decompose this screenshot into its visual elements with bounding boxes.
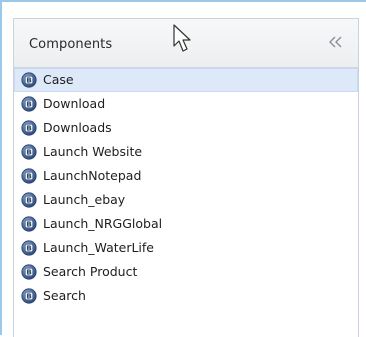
svg-text:B: B bbox=[26, 149, 31, 157]
business-component-icon: B bbox=[21, 288, 37, 304]
double-chevron-left-icon bbox=[329, 36, 342, 48]
list-item-label: Case bbox=[43, 72, 74, 87]
list-item-label: Search bbox=[43, 288, 86, 303]
business-component-icon: B bbox=[21, 192, 37, 208]
panel-title: Components bbox=[29, 37, 113, 52]
business-component-icon: B bbox=[21, 120, 37, 136]
components-list: B Case B Download B Downloads B Launch W… bbox=[14, 68, 358, 308]
business-component-icon: B bbox=[21, 216, 37, 232]
list-item-2[interactable]: B Downloads bbox=[14, 116, 358, 140]
svg-text:B: B bbox=[26, 293, 31, 301]
business-component-icon: B bbox=[21, 240, 37, 256]
list-item-0[interactable]: B Case bbox=[14, 68, 358, 92]
list-item-label: Download bbox=[43, 96, 106, 111]
business-component-icon: B bbox=[21, 96, 37, 112]
svg-text:B: B bbox=[26, 125, 31, 133]
svg-text:B: B bbox=[26, 77, 31, 85]
svg-text:B: B bbox=[26, 221, 31, 229]
svg-text:B: B bbox=[26, 245, 31, 253]
list-item-9[interactable]: B Search bbox=[14, 284, 358, 308]
list-item-label: LaunchNotepad bbox=[43, 168, 142, 183]
list-item-8[interactable]: B Search Product bbox=[14, 260, 358, 284]
list-item-label: Launch Website bbox=[43, 144, 143, 159]
components-panel: Components B Case B Download B Downloads… bbox=[13, 18, 359, 337]
list-item-label: Search Product bbox=[43, 264, 138, 279]
collapse-panel-button[interactable] bbox=[326, 32, 346, 52]
list-item-7[interactable]: B Launch_WaterLife bbox=[14, 236, 358, 260]
business-component-icon: B bbox=[21, 168, 37, 184]
business-component-icon: B bbox=[21, 72, 37, 88]
list-item-1[interactable]: B Download bbox=[14, 92, 358, 116]
list-item-label: Launch_NRGGlobal bbox=[43, 216, 163, 231]
svg-text:B: B bbox=[26, 269, 31, 277]
list-item-6[interactable]: B Launch_NRGGlobal bbox=[14, 212, 358, 236]
business-component-icon: B bbox=[21, 264, 37, 280]
list-item-label: Launch_WaterLife bbox=[43, 240, 154, 255]
list-item-label: Downloads bbox=[43, 120, 112, 135]
svg-text:B: B bbox=[26, 101, 31, 109]
business-component-icon: B bbox=[21, 144, 37, 160]
list-item-label: Launch_ebay bbox=[43, 192, 126, 207]
mouse-cursor-icon bbox=[173, 24, 191, 52]
svg-text:B: B bbox=[26, 197, 31, 205]
svg-text:B: B bbox=[26, 173, 31, 181]
list-item-4[interactable]: B LaunchNotepad bbox=[14, 164, 358, 188]
list-item-5[interactable]: B Launch_ebay bbox=[14, 188, 358, 212]
list-item-3[interactable]: B Launch Website bbox=[14, 140, 358, 164]
